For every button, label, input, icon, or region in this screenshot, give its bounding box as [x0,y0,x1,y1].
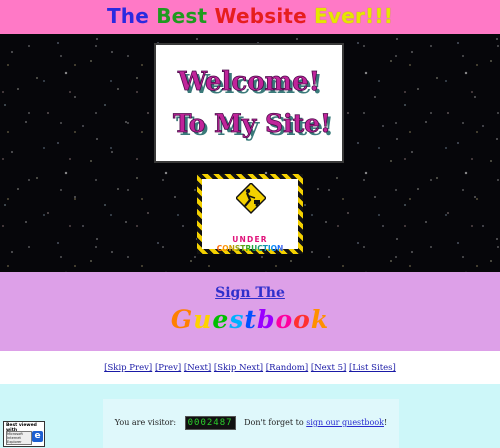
guestbook-letter: s [229,305,245,334]
reminder-suffix: ! [383,418,388,427]
sign-guestbook-link[interactable]: Sign The [0,285,500,301]
guestbook-letter: o [293,305,311,334]
welcome-line1: Welcome! [177,67,320,97]
construction-worker-icon [236,183,266,215]
visitor-label: You are visitor: [114,418,177,427]
guestbook-letter: k [310,305,330,334]
ie-badge-text: Microsoft Internet Explorer [6,431,32,445]
webring-prev-link[interactable]: [Prev] [155,363,181,373]
guestbook-letter: G [170,305,194,334]
site-title: The Best Website Ever!!! [107,4,393,28]
visitor-line: You are visitor: 0002487 Don't forget to… [103,416,399,430]
webring-nav: [Skip Prev] [Prev] [Next] [Skip Next] [R… [104,363,396,373]
guestbook-letter: u [193,305,213,334]
webring-next5-link[interactable]: [Next 5] [311,363,346,373]
title-part: Ever!!! [314,4,394,28]
guestbook-letter: o [275,305,294,334]
webring-skip-next-link[interactable]: [Skip Next] [214,363,263,373]
hit-counter: 0002487 [184,416,236,430]
webring-skip-prev-link[interactable]: [Skip Prev] [104,363,152,373]
under-construction-text: UNDER CONSTRUCTION [202,235,298,254]
webring-next-link[interactable]: [Next] [184,363,211,373]
welcome-banner-art: Welcome! Welcome! To My Site! To My Site… [173,67,334,141]
internet-explorer-icon: e [32,431,43,442]
guestbook-section: Sign The Guestbook [0,272,500,351]
guestbook-rainbow-word[interactable]: Guestbook [0,305,500,334]
page-footer: You are visitor: 0002487 Don't forget to… [0,384,500,448]
webring-bar: [Skip Prev] [Prev] [Next] [Skip Next] [R… [0,351,500,384]
title-part: The [106,4,157,28]
uc-line2: CONSTRUCTION [202,244,298,254]
title-part: Website [214,4,315,28]
reminder-text: Don't forget to [244,418,304,427]
best-viewed-badge[interactable]: Best viewed with Microsoft Internet Expl… [3,421,45,447]
under-construction-sign: UNDER CONSTRUCTION [197,174,303,254]
webring-list-sites-link[interactable]: [List Sites] [349,363,396,373]
guestbook-letter: e [212,305,230,334]
visitor-counter-box: You are visitor: 0002487 Don't forget to… [103,399,399,448]
sign-guestbook-footer-link[interactable]: sign our guestbook [306,418,384,427]
webring-random-link[interactable]: [Random] [266,363,308,373]
site-header: The Best Website Ever!!! [0,0,500,34]
welcome-line2: To My Site! [173,109,331,138]
welcome-banner: Welcome! Welcome! To My Site! To My Site… [154,43,344,163]
guestbook-letter: b [256,305,276,334]
title-part: Best [156,4,215,28]
guestbook-letter: t [244,305,257,334]
